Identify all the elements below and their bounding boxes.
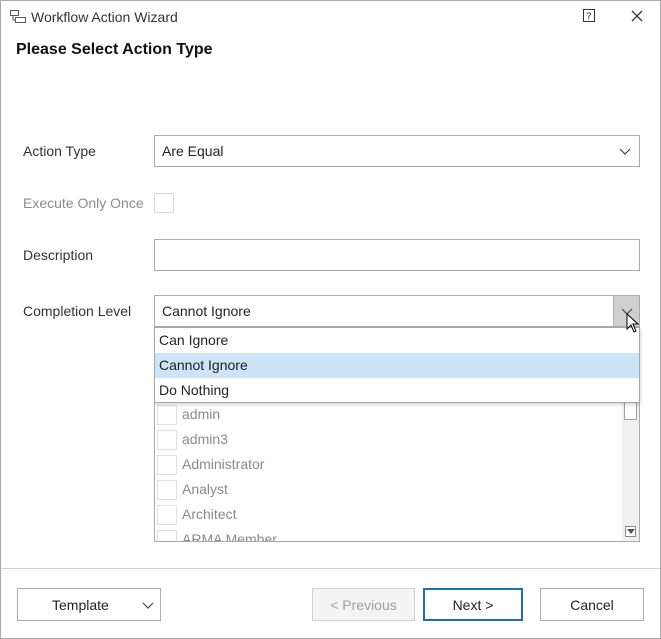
svg-text:?: ? [586,12,591,23]
action-type-value: Are Equal [162,143,224,159]
list-item-checkbox[interactable] [157,455,177,475]
chevron-down-icon [627,529,635,534]
list-item-label: Administrator [182,456,265,472]
description-label: Description [23,247,94,263]
list-item-label: ARMA Member [182,531,277,542]
mouse-cursor-icon [626,313,639,333]
completion-level-value: Cannot Ignore [162,303,251,319]
list-item-checkbox[interactable] [157,430,177,450]
description-input[interactable] [154,239,640,271]
title-bar: Workflow Action Wizard ? [1,1,660,33]
scroll-down-button[interactable] [625,526,636,537]
execute-once-label: Execute Only Once [23,195,144,211]
completion-level-dropdown-list: Can Ignore Cannot Ignore Do Nothing [154,327,640,403]
list-item-checkbox[interactable] [157,480,177,500]
action-type-select[interactable]: Are Equal [154,135,640,167]
template-button[interactable]: Template [17,588,161,621]
scrollbar-thumb[interactable] [624,400,637,420]
list-item-checkbox[interactable] [157,505,177,525]
execute-once-checkbox[interactable] [154,193,174,213]
list-item-label: admin [182,406,221,422]
chevron-down-icon [142,602,154,609]
list-item-label: Analyst [182,481,228,497]
workflow-icon [10,10,26,23]
close-icon[interactable] [629,8,645,24]
page-heading: Please Select Action Type [16,41,213,58]
cancel-button-label: Cancel [570,596,614,613]
action-type-label: Action Type [23,143,96,159]
cancel-button[interactable]: Cancel [540,588,644,621]
completion-level-label: Completion Level [23,303,132,319]
dropdown-option-cannot-ignore[interactable]: Cannot Ignore [155,353,639,378]
dropdown-option-do-nothing[interactable]: Do Nothing [155,378,639,403]
list-item-checkbox[interactable] [157,405,177,425]
list-item-checkbox[interactable] [157,530,177,541]
chevron-down-icon [619,148,631,155]
list-item-label: admin3 [182,431,228,447]
previous-button[interactable]: < Previous [312,588,415,621]
workflow-action-wizard-dialog: Workflow Action Wizard ? Please Select A… [0,0,661,639]
list-item-label: Architect [182,506,237,522]
help-icon[interactable]: ? [583,9,597,23]
previous-button-label: < Previous [330,596,397,613]
next-button[interactable]: Next > [423,588,523,621]
window-title: Workflow Action Wizard [31,9,178,25]
template-button-label: Template [52,596,109,613]
dropdown-option-can-ignore[interactable]: Can Ignore [155,328,639,353]
completion-level-select[interactable]: Cannot Ignore [154,295,640,327]
footer-divider [1,568,660,569]
next-button-label: Next > [452,596,494,613]
